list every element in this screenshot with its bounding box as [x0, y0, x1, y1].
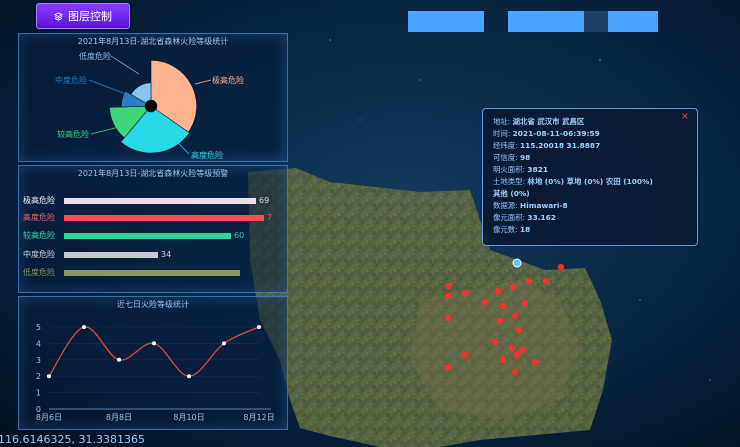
x-tick-label: 8月10日	[173, 413, 204, 422]
bar-category-label: 较高危险	[23, 231, 55, 240]
fire-point[interactable]	[499, 302, 507, 310]
fire-point[interactable]	[445, 282, 453, 290]
bar-row: 极高危险 69	[23, 195, 285, 207]
info-source: 数据源: Himawari-8	[493, 201, 568, 210]
pie-slice-label: 较高危险	[57, 129, 89, 139]
bar-row: 较高危险 60	[23, 230, 285, 242]
fire-point[interactable]	[509, 283, 517, 291]
fire-point[interactable]	[525, 277, 533, 285]
info-time: 时间: 2021-08-11-06:39:59	[493, 129, 600, 138]
pie-leader-line	[110, 55, 140, 75]
selected-fire-point[interactable]	[512, 258, 522, 268]
bar-category-label: 低度危险	[23, 268, 55, 277]
bar-row: 低度危险	[23, 267, 285, 279]
y-tick-label: 2	[36, 372, 41, 381]
bar-row: 高度危险 7	[23, 212, 285, 224]
bar-category-label: 中度危险	[23, 250, 55, 259]
cursor-coordinates: 116.6146325, 31.3381365	[0, 433, 145, 446]
line-point[interactable]	[117, 357, 121, 362]
line-series	[48, 326, 260, 377]
line-point[interactable]	[222, 341, 226, 346]
bar-value-label: 60	[234, 231, 245, 240]
fire-point[interactable]	[444, 363, 452, 371]
top-button-2[interactable]	[508, 11, 584, 32]
fire-point[interactable]	[496, 317, 504, 325]
x-tick-label: 8月8日	[106, 413, 132, 422]
bar-category-label: 极高危险	[23, 196, 55, 205]
pie-slice-label: 高度危险	[191, 150, 223, 160]
fire-point[interactable]	[521, 299, 529, 307]
top-button-1[interactable]	[408, 11, 484, 32]
close-icon[interactable]: ×	[681, 111, 689, 123]
layer-control-button[interactable]: 图层控制	[36, 3, 130, 29]
pie-slice-label: 极高危险	[212, 75, 244, 85]
bar-category-label: 高度危险	[23, 213, 55, 222]
line-chart: 0123458月6日 8月8日 8月10日 8月12日	[36, 323, 275, 422]
fire-point[interactable]	[542, 277, 550, 285]
bar-mark[interactable]	[64, 270, 240, 276]
fire-point[interactable]	[444, 292, 452, 300]
pie-chart: 极高危险高度危险 较高危险 中度危险 低度危险	[55, 51, 244, 160]
y-tick-label: 4	[36, 339, 41, 348]
fire-point[interactable]	[444, 314, 452, 322]
line-point[interactable]	[152, 341, 156, 346]
info-pixel-area: 像元面积: 33.162	[493, 213, 556, 222]
bar-value-label: 7	[267, 213, 273, 222]
info-confidence: 可信度: 98	[493, 153, 531, 162]
fire-point[interactable]	[499, 356, 507, 364]
fire-point[interactable]	[491, 338, 499, 346]
fire-point[interactable]	[481, 298, 489, 306]
info-land-type: 土地类型: 林地 (0%) 草地 (0%) 农田 (100%)	[493, 177, 653, 186]
info-address: 地址: 湖北省 武汉市 武昌区	[493, 117, 585, 126]
bar-mark[interactable]	[64, 252, 158, 258]
layers-icon	[54, 11, 63, 21]
fire-point[interactable]	[461, 289, 469, 297]
line-point[interactable]	[82, 325, 86, 329]
pie-leader-line	[176, 141, 190, 155]
x-tick-label: 8月6日	[36, 413, 62, 422]
fire-point[interactable]	[515, 326, 523, 334]
bar-value-label: 69	[259, 196, 270, 205]
info-pixel-count: 像元数: 18	[493, 225, 531, 234]
pie-center	[145, 100, 157, 112]
line-point[interactable]	[257, 325, 261, 329]
bar-chart-title: 2021年8月13日-湖北省森林火险等级预警	[77, 169, 229, 178]
bar-chart-panel: 2021年8月13日-湖北省森林火险等级预警 极高危险 69 高度危险 7 较高危险 60…	[18, 165, 288, 293]
fire-point[interactable]	[518, 346, 526, 354]
pie-slice-label: 中度危险	[55, 75, 87, 85]
fire-point[interactable]	[508, 344, 516, 352]
top-button-4[interactable]	[608, 11, 658, 32]
bar-value-label: 34	[161, 250, 172, 259]
pie-chart-panel: 2021年8月13日-湖北省森林火险等级统计 极高危险 高度危险 较高危险 中度危险低…	[18, 33, 288, 162]
bar-row: 中度危险 34	[23, 249, 285, 261]
bar-mark[interactable]	[64, 215, 264, 221]
fire-point[interactable]	[531, 358, 539, 366]
x-tick-label: 8月12日	[243, 413, 274, 422]
info-fire-area: 明火面积: 3821	[493, 165, 548, 174]
top-button-3[interactable]	[584, 11, 608, 32]
pie-leader-line	[88, 79, 127, 95]
pie-leader-line	[194, 79, 212, 85]
info-land-type-cont: 其他 (0%)	[493, 189, 530, 198]
fire-point[interactable]	[461, 351, 469, 359]
fire-point[interactable]	[513, 351, 521, 359]
fire-info-popup: × 地址: 湖北省 武汉市 武昌区 时间: 2021-08-11-06:39:5…	[482, 108, 698, 246]
pie-slice-label: 低度危险	[79, 51, 111, 61]
line-point[interactable]	[47, 374, 51, 379]
y-tick-label: 3	[36, 356, 41, 365]
fire-point[interactable]	[557, 263, 565, 271]
info-lonlat: 经纬度: 115.20018 31.8887	[493, 141, 601, 150]
y-tick-label: 5	[36, 323, 41, 332]
layer-control-label: 图层控制	[68, 10, 112, 23]
line-point[interactable]	[187, 374, 191, 379]
y-tick-label: 1	[36, 389, 41, 398]
bar-mark[interactable]	[64, 233, 231, 239]
fire-point[interactable]	[511, 368, 519, 376]
bar-mark[interactable]	[64, 198, 256, 204]
line-chart-panel: 近七日火险等级统计 0 1 2 3 4 5 8月6日 8月8日 8月10日 8月12日	[18, 296, 288, 430]
fire-point[interactable]	[494, 287, 502, 295]
fire-point[interactable]	[511, 312, 519, 320]
